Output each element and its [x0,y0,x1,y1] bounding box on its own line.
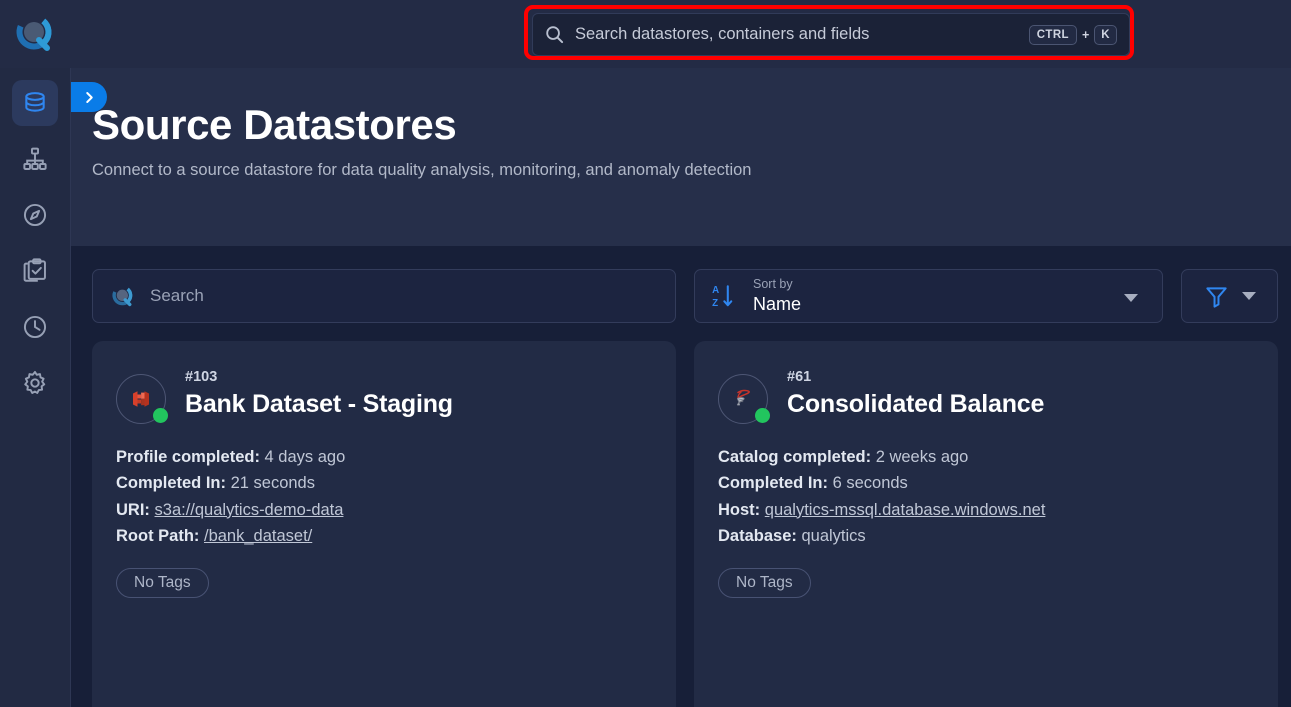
search-icon [546,26,564,44]
shortcut-ctrl-badge: CTRL [1028,24,1077,45]
sidebar-item-settings[interactable] [12,360,58,406]
meta-row: Root Path: /bank_dataset/ [116,523,652,549]
card-meta: Profile completed: 4 days ago Completed … [116,444,652,549]
card-identity: #103 Bank Dataset - Staging [185,369,453,419]
database-icon [25,92,45,112]
sort-text: Sort by Name [753,276,801,315]
meta-row: Database: qualytics [718,523,1254,549]
card-id: #61 [787,369,812,385]
search-logo-icon [112,284,133,306]
meta-label: Catalog completed: [718,448,872,466]
card-identity: #61 Consolidated Balance [787,369,1044,419]
status-online-dot [153,408,168,423]
sidebar-item-history[interactable] [12,304,58,350]
meta-value: 2 weeks ago [875,448,969,466]
meta-value: 6 seconds [832,474,908,493]
funnel-icon [1205,286,1227,308]
card-header: #103 Bank Dataset - Staging [116,369,652,424]
sort-az-icon: A Z [712,285,733,309]
meta-row: Completed In: 6 seconds [718,470,1254,496]
sort-value: Name [753,294,802,315]
filter-button[interactable] [1181,269,1278,323]
hierarchy-icon [23,147,47,170]
chevron-down-icon[interactable] [1124,294,1138,302]
qualytics-logo-icon [16,14,52,51]
sidebar-item-datastores[interactable] [12,80,58,126]
svg-text:A: A [712,285,719,296]
clock-icon [23,315,47,339]
list-toolbar: Search A Z Sort by Name [92,269,1278,323]
card-id: #103 [185,369,218,385]
meta-label: Root Path: [116,526,200,545]
app-root: Search datastores, containers and fields… [0,0,1291,707]
page-title: Source Datastores [92,101,457,148]
meta-label: Database: [718,526,797,545]
sort-dropdown[interactable]: A Z Sort by Name [694,269,1163,323]
main-content: Source Datastores Connect to a source da… [71,68,1291,707]
card-header: #61 Consolidated Balance [718,369,1254,424]
meta-row: Host: qualytics-mssql.database.windows.n… [718,497,1254,523]
meta-label: Host: [718,500,761,519]
meta-value-link[interactable]: qualytics-mssql.database.windows.net [765,501,1046,519]
svg-text:Z: Z [712,298,718,309]
meta-row: URI: s3a://qualytics-demo-data [116,497,652,523]
meta-row: Profile completed: 4 days ago [116,444,652,470]
datastore-card[interactable]: #103 Bank Dataset - Staging Profile comp… [92,341,676,707]
sidebar [0,68,71,707]
meta-value-link[interactable]: /bank_dataset/ [204,527,312,545]
datastore-search-placeholder: Search [150,286,204,305]
meta-row: Catalog completed: 2 weeks ago [718,444,1254,470]
global-search-placeholder: Search datastores, containers and fields [575,25,870,43]
page-header: Source Datastores Connect to a source da… [71,68,1291,246]
sidebar-expand-button[interactable] [71,82,107,112]
filter-chevron-down-icon[interactable] [1241,292,1256,300]
mssql-icon [736,389,750,406]
shortcut-k-badge: K [1094,24,1117,45]
global-search-input[interactable]: Search datastores, containers and fields… [532,13,1130,56]
card-title: Bank Dataset - Staging [185,390,453,418]
chevron-right-icon [85,91,93,103]
compass-icon [23,203,47,227]
meta-value: qualytics [801,526,866,545]
tags-chip[interactable]: No Tags [116,568,209,599]
avatar [718,374,770,424]
clipboard-check-icon [23,258,46,282]
global-search-highlight: Search datastores, containers and fields… [524,5,1134,60]
meta-label: Profile completed: [116,448,260,466]
meta-label: Completed In: [116,474,226,493]
sidebar-item-containers[interactable] [12,136,58,182]
meta-value-link[interactable]: s3a://qualytics-demo-data [155,501,344,519]
page-subtitle: Connect to a source datastore for data q… [92,161,752,180]
card-meta: Catalog completed: 2 weeks ago Completed… [718,444,1254,549]
sort-label: Sort by [753,277,793,292]
meta-value: 21 seconds [230,474,315,493]
meta-label: URI: [116,500,150,519]
top-bar: Search datastores, containers and fields… [0,0,1291,68]
datastore-search-input[interactable]: Search [92,269,676,323]
app-logo[interactable] [0,0,72,68]
meta-label: Completed In: [718,474,828,493]
gear-icon [24,370,46,394]
avatar [116,374,168,424]
sidebar-item-explore[interactable] [12,192,58,238]
meta-row: Completed In: 21 seconds [116,470,652,496]
page-body: Search A Z Sort by Name #103 Bank Datase… [71,246,1291,707]
status-online-dot [755,408,770,423]
aws-s3-icon [133,391,149,407]
tags-chip[interactable]: No Tags [718,568,811,599]
datastore-card[interactable]: #61 Consolidated Balance Catalog complet… [694,341,1278,707]
datastore-card-list: #103 Bank Dataset - Staging Profile comp… [92,341,1278,707]
shortcut-plus: + [1081,27,1090,42]
meta-value: 4 days ago [264,448,346,466]
card-title: Consolidated Balance [787,390,1045,418]
sidebar-item-tasks[interactable] [12,248,58,294]
